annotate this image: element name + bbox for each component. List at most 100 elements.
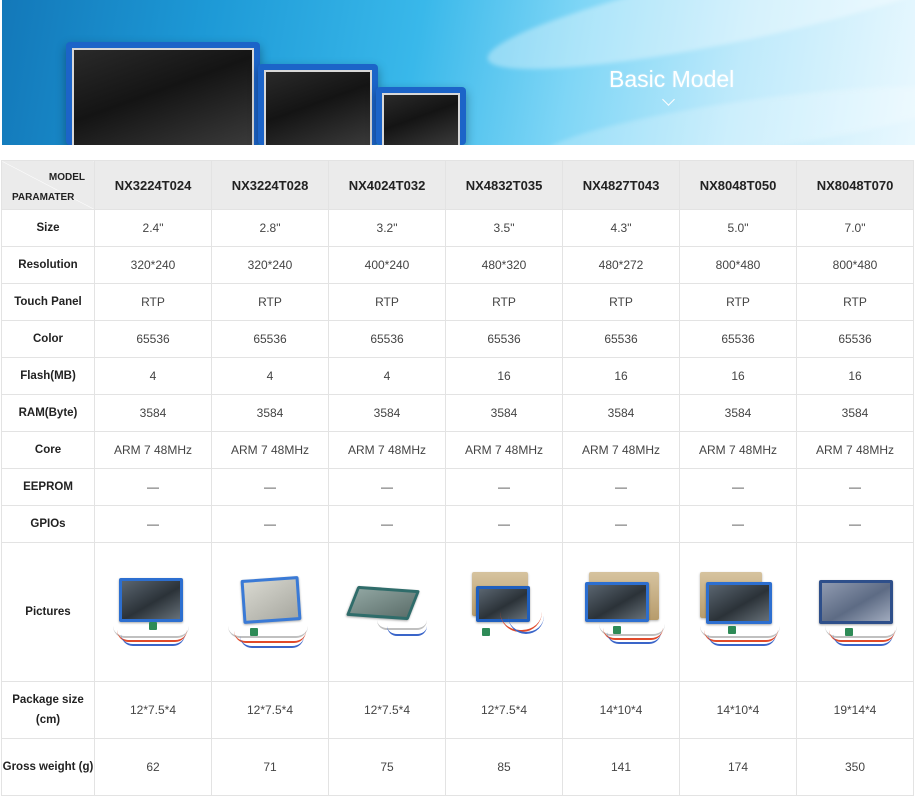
- table-row: Size 2.4" 2.8" 3.2" 3.5" 4.3" 5.0" 7.0": [1, 209, 914, 247]
- table-row: Core ARM 7 48MHz ARM 7 48MHz ARM 7 48MHz…: [1, 431, 914, 469]
- row-label: Resolution: [1, 246, 95, 284]
- table-row: RAM(Byte) 3584 3584 3584 3584 3584 3584 …: [1, 394, 914, 432]
- row-label: GPIOs: [1, 505, 95, 543]
- model-header: NX8048T070: [796, 160, 914, 210]
- pictures-row: Pictures: [1, 542, 914, 682]
- table-cell: 71: [211, 738, 329, 796]
- product-photo: [571, 564, 671, 660]
- table-cell: 400*240: [328, 246, 446, 284]
- table-row: Flash(MB) 4 4 4 16 16 16 16: [1, 357, 914, 395]
- row-label: Touch Panel: [1, 283, 95, 321]
- table-cell: 3584: [94, 394, 212, 432]
- table-cell: 65536: [211, 320, 329, 358]
- product-picture-cell: [796, 542, 914, 682]
- table-cell: 480*320: [445, 246, 563, 284]
- table-cell: 3584: [562, 394, 680, 432]
- table-cell: 14*10*4: [679, 681, 797, 739]
- table-cell: 350: [796, 738, 914, 796]
- table-cell: RTP: [211, 283, 329, 321]
- table-cell: 2.4": [94, 209, 212, 247]
- table-row: EEPROM — — — — — — —: [1, 468, 914, 506]
- product-photo: [454, 564, 554, 660]
- chevron-down-icon: [662, 93, 675, 106]
- table-cell: 65536: [445, 320, 563, 358]
- product-picture-cell: [328, 542, 446, 682]
- table-cell: —: [679, 468, 797, 506]
- table-cell: —: [445, 505, 563, 543]
- table-cell: —: [445, 468, 563, 506]
- table-cell: —: [94, 468, 212, 506]
- table-row: Touch Panel RTP RTP RTP RTP RTP RTP RTP: [1, 283, 914, 321]
- table-cell: —: [211, 505, 329, 543]
- table-cell: 19*14*4: [796, 681, 914, 739]
- table-cell: —: [562, 505, 680, 543]
- product-picture-cell: [679, 542, 797, 682]
- table-cell: RTP: [328, 283, 446, 321]
- corner-cell: MODEL PARAMATER: [1, 160, 95, 210]
- product-photo: [337, 564, 437, 660]
- table-cell: 5.0": [679, 209, 797, 247]
- table-cell: ARM 7 48MHz: [328, 431, 446, 469]
- table-cell: 65536: [796, 320, 914, 358]
- table-cell: 3584: [796, 394, 914, 432]
- table-row: Package size (cm) 12*7.5*4 12*7.5*4 12*7…: [1, 681, 914, 739]
- table-cell: 16: [445, 357, 563, 395]
- header-row: MODEL PARAMATER NX3224T024 NX3224T028 NX…: [1, 160, 914, 210]
- table-cell: 65536: [679, 320, 797, 358]
- table-cell: 3584: [445, 394, 563, 432]
- product-photo: [688, 564, 788, 660]
- product-picture-cell: [211, 542, 329, 682]
- table-cell: ARM 7 48MHz: [445, 431, 563, 469]
- row-label: Package size (cm): [1, 681, 95, 739]
- table-cell: 480*272: [562, 246, 680, 284]
- table-row: Resolution 320*240 320*240 400*240 480*3…: [1, 246, 914, 284]
- table-cell: 14*10*4: [562, 681, 680, 739]
- table-cell: RTP: [679, 283, 797, 321]
- table-cell: —: [328, 468, 446, 506]
- banner: Basic Model: [2, 0, 915, 145]
- table-cell: 4: [211, 357, 329, 395]
- table-cell: 4: [328, 357, 446, 395]
- table-cell: RTP: [94, 283, 212, 321]
- display-product-image: [258, 64, 378, 145]
- table-cell: 4.3": [562, 209, 680, 247]
- row-label: Pictures: [1, 542, 95, 682]
- product-picture-cell: [562, 542, 680, 682]
- model-header: NX4827T043: [562, 160, 680, 210]
- table-cell: 12*7.5*4: [94, 681, 212, 739]
- row-label: Flash(MB): [1, 357, 95, 395]
- model-header: NX3224T028: [211, 160, 329, 210]
- table-cell: —: [679, 505, 797, 543]
- model-header: NX4024T032: [328, 160, 446, 210]
- row-label: Core: [1, 431, 95, 469]
- row-label: EEPROM: [1, 468, 95, 506]
- display-product-image: [66, 42, 260, 145]
- table-cell: —: [328, 505, 446, 543]
- table-cell: 12*7.5*4: [445, 681, 563, 739]
- table-cell: 12*7.5*4: [328, 681, 446, 739]
- table-cell: 62: [94, 738, 212, 796]
- product-picture-cell: [94, 542, 212, 682]
- table-cell: 7.0": [796, 209, 914, 247]
- table-cell: —: [562, 468, 680, 506]
- model-header: NX4832T035: [445, 160, 563, 210]
- table-row: Gross weight (g) 62 71 75 85 141 174 350: [1, 738, 914, 796]
- table-cell: RTP: [445, 283, 563, 321]
- display-product-image: [376, 87, 466, 145]
- corner-model-label: MODEL: [48, 172, 85, 183]
- table-cell: 3.5": [445, 209, 563, 247]
- table-cell: 12*7.5*4: [211, 681, 329, 739]
- product-photo: [103, 564, 203, 660]
- table-cell: 4: [94, 357, 212, 395]
- row-label: Size: [1, 209, 95, 247]
- table-row: GPIOs — — — — — — —: [1, 505, 914, 543]
- table-cell: 141: [562, 738, 680, 796]
- table-cell: 320*240: [94, 246, 212, 284]
- table-cell: 65536: [94, 320, 212, 358]
- table-row: Color 65536 65536 65536 65536 65536 6553…: [1, 320, 914, 358]
- table-cell: 2.8": [211, 209, 329, 247]
- model-header: NX8048T050: [679, 160, 797, 210]
- table-cell: ARM 7 48MHz: [796, 431, 914, 469]
- table-cell: RTP: [796, 283, 914, 321]
- table-cell: ARM 7 48MHz: [94, 431, 212, 469]
